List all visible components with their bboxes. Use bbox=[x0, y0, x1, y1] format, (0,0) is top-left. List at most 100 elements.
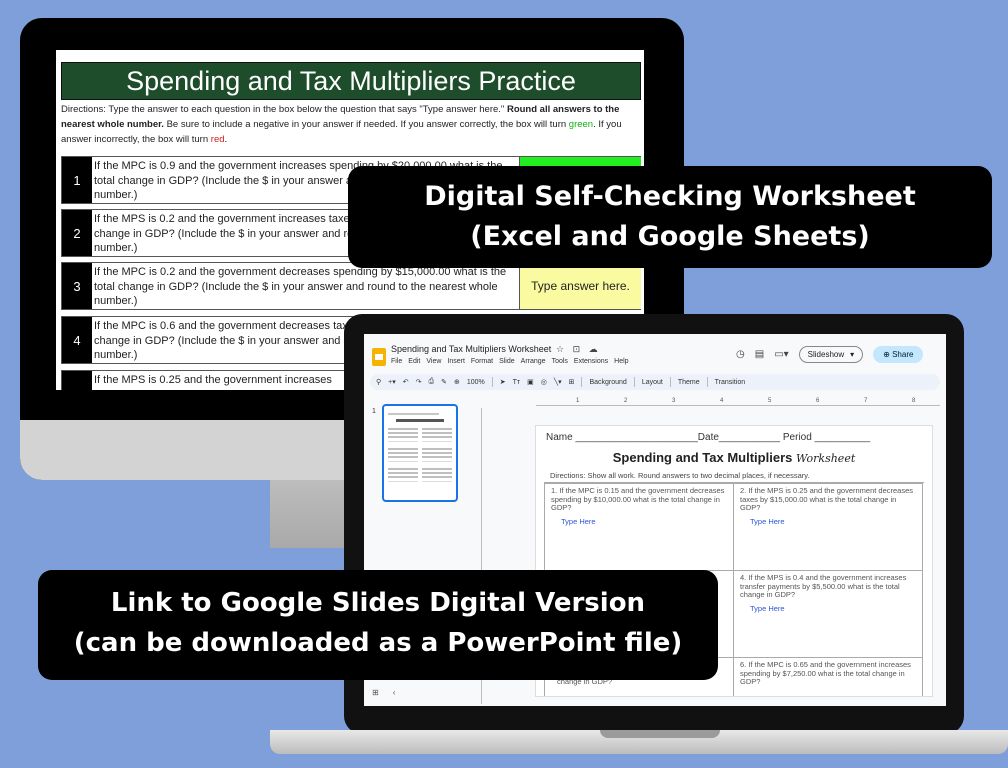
menu-arrange[interactable]: Arrange bbox=[521, 358, 546, 365]
slide-thumbnail[interactable] bbox=[382, 404, 458, 502]
text-box-icon[interactable]: Tт bbox=[513, 379, 520, 386]
worksheet-title-text: Spending and Tax Multipliers bbox=[612, 450, 796, 465]
worksheet-question: 2. If the MPS is 0.25 and the government… bbox=[733, 483, 923, 571]
menu-slide[interactable]: Slide bbox=[499, 358, 515, 365]
type-here-box[interactable]: Type Here bbox=[750, 604, 918, 614]
transition-button[interactable]: Transition bbox=[715, 379, 745, 386]
paint-format-icon[interactable]: ✎ bbox=[441, 378, 447, 386]
menu-format[interactable]: Format bbox=[471, 358, 493, 365]
menu-edit[interactable]: Edit bbox=[408, 358, 420, 365]
menu-file[interactable]: File bbox=[391, 358, 402, 365]
slide-number: 1 bbox=[372, 408, 376, 415]
laptop-notch bbox=[600, 730, 720, 738]
directions-text: . bbox=[224, 134, 228, 145]
thumb-cell bbox=[388, 426, 418, 442]
menu-help[interactable]: Help bbox=[614, 358, 628, 365]
layout-button[interactable]: Layout bbox=[642, 379, 663, 386]
slideshow-button[interactable]: Slideshow ▾ bbox=[798, 346, 864, 363]
question-row: 3 If the MPC is 0.2 and the government d… bbox=[61, 262, 641, 310]
zoom-icon[interactable]: ⊕ bbox=[454, 378, 460, 386]
worksheet-directions: Directions: Show all work. Round answers… bbox=[550, 471, 810, 480]
type-here-box[interactable]: Type Here bbox=[561, 517, 729, 527]
print-icon[interactable]: ⎙ bbox=[429, 378, 435, 386]
grid-view-icon[interactable]: ⊞ bbox=[372, 688, 379, 697]
undo-icon[interactable]: ↶ bbox=[403, 378, 409, 386]
google-slides-link-banner[interactable]: Link to Google Slides Digital Version (c… bbox=[38, 570, 718, 680]
menu-insert[interactable]: Insert bbox=[447, 358, 465, 365]
question-number: 4 bbox=[62, 317, 92, 363]
image-icon[interactable]: ▣ bbox=[527, 378, 534, 386]
red-word: red bbox=[210, 134, 225, 145]
thumb-cell bbox=[422, 426, 452, 442]
type-here-box[interactable]: Type Here bbox=[750, 517, 918, 527]
menu-tools[interactable]: Tools bbox=[552, 358, 568, 365]
self-checking-banner: Digital Self-Checking Worksheet (Excel a… bbox=[348, 166, 992, 268]
line-icon[interactable]: ╲▾ bbox=[554, 378, 562, 386]
thumb-line bbox=[388, 413, 440, 415]
menu-extensions[interactable]: Extensions bbox=[574, 358, 608, 365]
slides-logo-icon[interactable] bbox=[372, 348, 386, 366]
banner-line: Link to Google Slides Digital Version bbox=[110, 588, 646, 618]
meet-icon[interactable]: ▭▾ bbox=[774, 349, 788, 360]
bottom-nav: ⊞ ‹ bbox=[372, 688, 395, 697]
horizontal-ruler: 1 2 3 4 5 6 7 8 bbox=[536, 398, 940, 406]
cursor-icon[interactable]: ➤ bbox=[500, 378, 506, 386]
question-number: 3 bbox=[62, 263, 92, 309]
banner-line: (can be downloaded as a PowerPoint file) bbox=[73, 628, 683, 658]
toolbar: ⚲ +▾ ↶ ↷ ⎙ ✎ ⊕ 100% ➤ Tт ▣ ◎ ╲▾ ⊞ Backgr… bbox=[370, 374, 940, 390]
question-number: 1 bbox=[62, 157, 92, 203]
chevron-down-icon[interactable]: ▾ bbox=[850, 350, 854, 359]
comment-icon[interactable]: ⊞ bbox=[569, 378, 575, 386]
history-icon[interactable]: ◷ bbox=[736, 349, 745, 360]
slideshow-label: Slideshow bbox=[807, 350, 845, 359]
banner-line: (Excel and Google Sheets) bbox=[470, 221, 870, 252]
globe-icon: ⊕ bbox=[883, 350, 890, 359]
new-slide-icon[interactable]: +▾ bbox=[388, 378, 396, 386]
toolbar-divider bbox=[491, 377, 493, 387]
answer-cell[interactable]: Type answer here. bbox=[519, 263, 641, 309]
zoom-select[interactable]: 100% bbox=[467, 379, 485, 386]
share-button[interactable]: ⊕ Share bbox=[873, 346, 924, 363]
toolbar-divider bbox=[669, 377, 671, 387]
doc-title[interactable]: Spending and Tax Multipliers Worksheet bbox=[391, 344, 551, 354]
ruler-tick: 8 bbox=[912, 398, 916, 404]
menu-bar: File Edit View Insert Format Slide Arran… bbox=[391, 358, 629, 365]
ruler-tick: 3 bbox=[672, 398, 676, 404]
ruler-tick: 1 bbox=[576, 398, 580, 404]
thumb-cell bbox=[422, 466, 452, 482]
menu-view[interactable]: View bbox=[426, 358, 441, 365]
ruler-tick: 5 bbox=[768, 398, 772, 404]
top-right-controls: ◷ ▤ ▭▾ Slideshow ▾ ⊕ Share bbox=[736, 346, 924, 363]
thumb-grid bbox=[388, 426, 452, 482]
name-date-period-line: Name ______________________Date_________… bbox=[546, 432, 871, 443]
worksheet-title: Spending and Tax Multipliers Worksheet bbox=[536, 450, 932, 465]
question-text: If the MPC is 0.2 and the government dec… bbox=[94, 266, 507, 307]
question-number bbox=[62, 371, 92, 390]
directions-text: Be sure to include a negative in your an… bbox=[163, 119, 569, 130]
thumb-cell bbox=[388, 446, 418, 462]
worksheet-question: 4. If the MPS is 0.4 and the government … bbox=[733, 570, 923, 658]
search-icon[interactable]: ⚲ bbox=[376, 378, 381, 386]
question-text: 1. If the MPC is 0.15 and the government… bbox=[551, 486, 725, 512]
thumb-cell bbox=[422, 446, 452, 462]
sheet-title: Spending and Tax Multipliers Practice bbox=[61, 62, 641, 100]
directions-text: Directions: Type the answer to each ques… bbox=[61, 104, 507, 115]
toolbar-divider bbox=[706, 377, 708, 387]
share-label: Share bbox=[892, 350, 914, 359]
background-button[interactable]: Background bbox=[589, 379, 626, 386]
shape-icon[interactable]: ◎ bbox=[541, 378, 547, 386]
toolbar-divider bbox=[581, 377, 583, 387]
redo-icon[interactable]: ↷ bbox=[416, 378, 422, 386]
sheet-directions: Directions: Type the answer to each ques… bbox=[61, 102, 643, 147]
comments-icon[interactable]: ▤ bbox=[755, 349, 764, 360]
question-text: 2. If the MPS is 0.25 and the government… bbox=[740, 486, 914, 512]
ruler-tick: 7 bbox=[864, 398, 868, 404]
chevron-left-icon[interactable]: ‹ bbox=[393, 688, 396, 697]
ruler-tick: 4 bbox=[720, 398, 724, 404]
title-icons[interactable]: ☆ ⊡ ☁ bbox=[556, 344, 601, 355]
green-word: green bbox=[568, 119, 594, 130]
question-text: 4. If the MPS is 0.4 and the government … bbox=[740, 573, 907, 599]
ruler-tick: 2 bbox=[624, 398, 628, 404]
question-number: 2 bbox=[62, 210, 92, 256]
theme-button[interactable]: Theme bbox=[678, 379, 700, 386]
